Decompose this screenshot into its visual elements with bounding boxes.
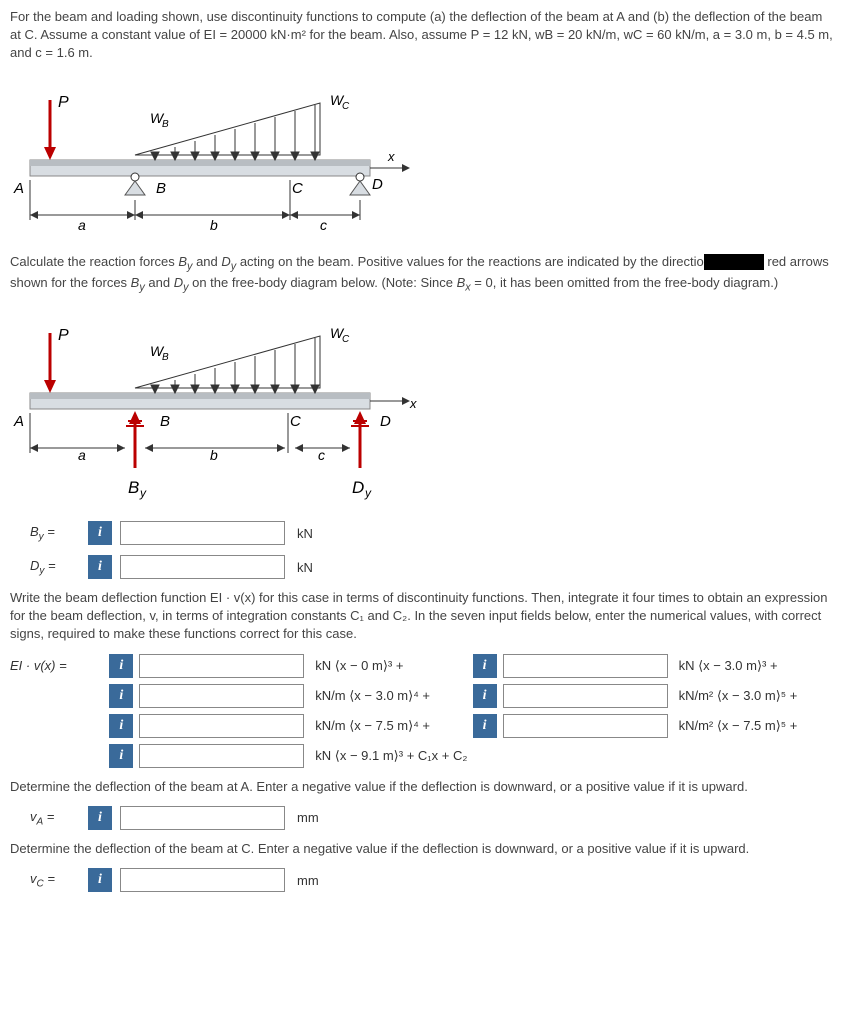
dy-input[interactable] (120, 555, 285, 579)
term-5: kN/m ⟨x − 7.5 m⟩⁴ + (315, 718, 466, 734)
svg-text:D: D (352, 478, 364, 497)
info-icon[interactable]: i (109, 654, 133, 678)
svg-text:D: D (372, 176, 383, 193)
dy-unit: kN (297, 560, 313, 575)
va-input[interactable] (120, 806, 285, 830)
svg-text:D: D (380, 413, 391, 430)
reactions-text: Calculate the reaction forces By and Dy … (10, 253, 834, 297)
svg-text:b: b (210, 447, 218, 463)
deflection-text: Write the beam deflection function EI · … (10, 589, 834, 644)
coef-4-input[interactable] (503, 684, 668, 708)
by-input[interactable] (120, 521, 285, 545)
svg-text:x: x (387, 149, 395, 164)
dy-row: Dy = i kN (30, 555, 834, 579)
vc-label: vC = (30, 871, 80, 890)
svg-text:C: C (342, 334, 350, 345)
svg-text:B: B (162, 119, 169, 130)
svg-text:A: A (13, 180, 24, 197)
info-icon[interactable]: i (88, 806, 112, 830)
by-unit: kN (297, 526, 313, 541)
svg-text:B: B (156, 180, 166, 197)
svg-text:C: C (342, 101, 350, 112)
svg-text:c: c (318, 447, 325, 463)
term-3: kN/m ⟨x − 3.0 m⟩⁴ + (315, 688, 466, 704)
info-icon[interactable]: i (473, 684, 497, 708)
va-label: vA = (30, 809, 80, 828)
part-a-text: Determine the deflection of the beam at … (10, 778, 834, 796)
dy-label: Dy = (30, 558, 80, 577)
svg-text:A: A (13, 413, 24, 430)
coef-5-input[interactable] (139, 714, 304, 738)
info-icon[interactable]: i (109, 744, 133, 768)
term-6: kN/m² ⟨x − 7.5 m⟩⁵ + (679, 718, 834, 734)
svg-text:c: c (320, 217, 327, 233)
svg-text:B: B (128, 478, 139, 497)
svg-text:a: a (78, 447, 86, 463)
va-row: vA = i mm (30, 806, 834, 830)
info-icon[interactable]: i (88, 521, 112, 545)
svg-text:P: P (58, 327, 69, 344)
part-c-text: Determine the deflection of the beam at … (10, 840, 834, 858)
lhs-label: EI · v(x) = (10, 658, 103, 673)
info-icon[interactable]: i (473, 654, 497, 678)
coef-2-input[interactable] (503, 654, 668, 678)
info-icon[interactable]: i (109, 684, 133, 708)
svg-text:b: b (210, 217, 218, 233)
svg-text:y: y (139, 486, 147, 500)
info-icon[interactable]: i (473, 714, 497, 738)
coef-3-input[interactable] (139, 684, 304, 708)
figure-1: P W B W C x A B C D a b c (10, 75, 834, 235)
coef-1-input[interactable] (139, 654, 304, 678)
va-unit: mm (297, 810, 319, 825)
label-P: P (58, 94, 69, 111)
term-4: kN/m² ⟨x − 3.0 m⟩⁵ + (679, 688, 834, 704)
vc-input[interactable] (120, 868, 285, 892)
by-label: By = (30, 524, 80, 543)
term-2: kN ⟨x − 3.0 m⟩³ + (679, 658, 834, 674)
deflection-expression: EI · v(x) = i kN ⟨x − 0 m⟩³ + i kN ⟨x − … (10, 654, 834, 768)
svg-text:x: x (409, 396, 417, 411)
problem-statement: For the beam and loading shown, use disc… (10, 8, 834, 63)
term-1: kN ⟨x − 0 m⟩³ + (315, 658, 466, 674)
coef-6-input[interactable] (503, 714, 668, 738)
coef-7-input[interactable] (139, 744, 304, 768)
svg-text:a: a (78, 217, 86, 233)
figure-2: P WB WC x A B C D By Dy a b c (10, 308, 834, 503)
info-icon[interactable]: i (109, 714, 133, 738)
svg-text:B: B (160, 413, 170, 430)
info-icon[interactable]: i (88, 868, 112, 892)
vc-unit: mm (297, 873, 319, 888)
svg-text:C: C (292, 180, 303, 197)
vc-row: vC = i mm (30, 868, 834, 892)
redacted-block (704, 254, 764, 270)
svg-text:y: y (364, 486, 372, 500)
term-7: kN ⟨x − 9.1 m⟩³ + C₁x + C₂ (315, 748, 834, 764)
info-icon[interactable]: i (88, 555, 112, 579)
svg-text:C: C (290, 413, 301, 430)
svg-text:B: B (162, 352, 169, 363)
by-row: By = i kN (30, 521, 834, 545)
